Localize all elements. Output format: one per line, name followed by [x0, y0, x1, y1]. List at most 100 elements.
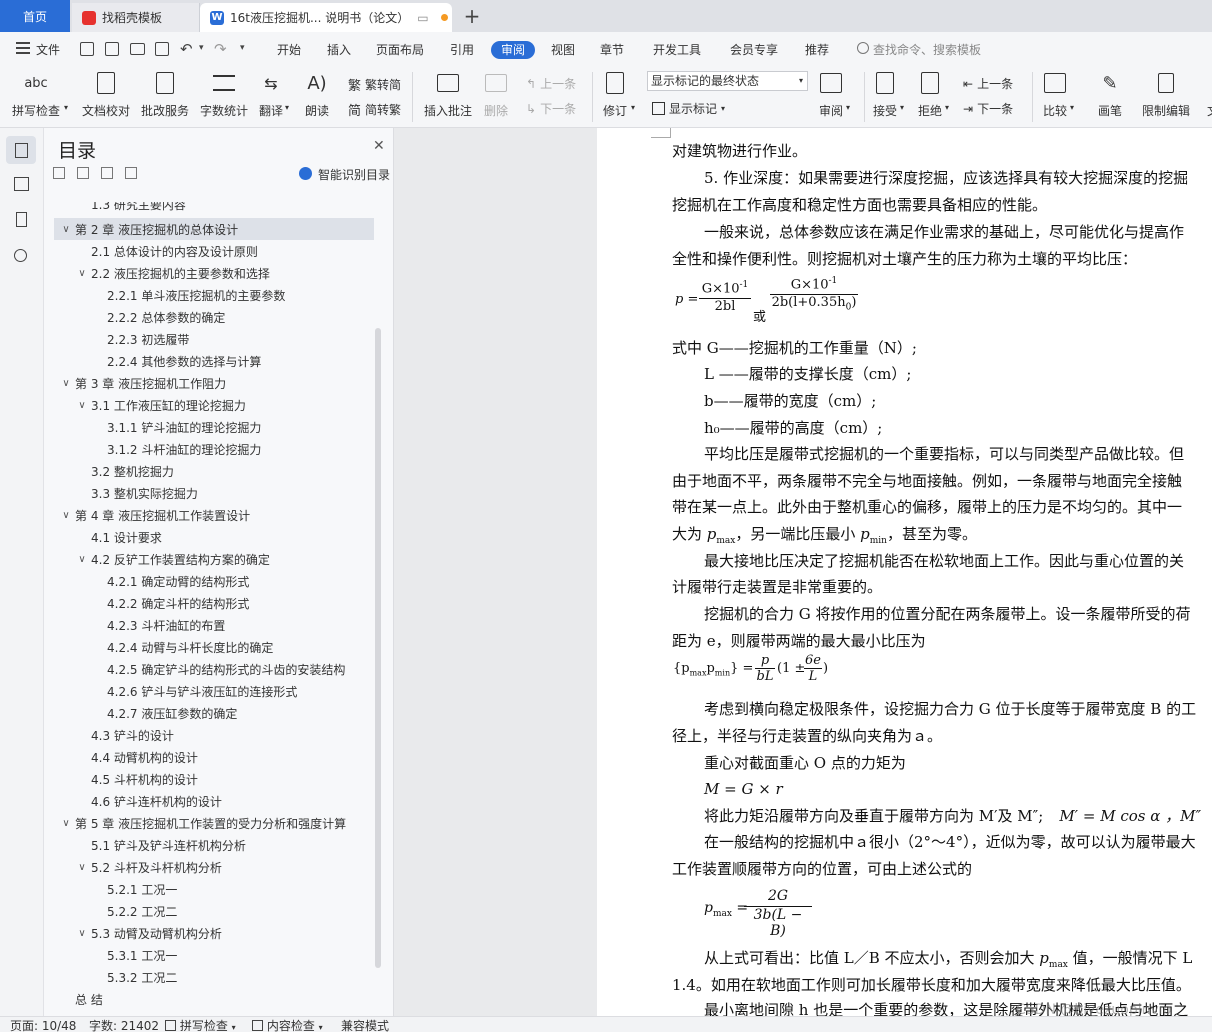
toc-item[interactable]: 5.1 铲斗及铲斗连杆机构分析 — [54, 834, 374, 856]
close-icon[interactable]: ✕ — [373, 138, 385, 154]
toc-item[interactable]: 4.6 铲斗连杆机构的设计 — [54, 790, 374, 812]
trad-to-simp-button[interactable]: 繁 繁转简 — [348, 75, 401, 94]
tab-template[interactable]: 找稻壳模板 — [72, 3, 200, 32]
chevron-down-icon[interactable]: ∨ — [76, 862, 88, 873]
undo-dropdown-icon[interactable]: ▾ — [199, 43, 204, 53]
menu-recommend[interactable]: 推荐 — [805, 41, 829, 59]
chevron-down-icon[interactable]: ∨ — [76, 554, 88, 565]
next-comment-button[interactable]: ↳ 下一条 — [526, 100, 576, 117]
chevron-down-icon[interactable]: ∨ — [60, 510, 72, 521]
doc-proof-button[interactable]: 文档校对 — [82, 70, 130, 119]
toc-item[interactable]: 3.2 整机挖掘力 — [54, 460, 374, 482]
toc-item[interactable]: 5.3.1 工况一 — [54, 944, 374, 966]
chevron-down-icon[interactable]: ∨ — [60, 818, 72, 829]
next-change-button[interactable]: ⇥ 下一条 — [963, 100, 1013, 117]
accept-button[interactable]: 接受 — [872, 70, 898, 119]
toc-item[interactable]: 4.2.1 确定动臂的结构形式 — [54, 570, 374, 592]
translate-button[interactable]: ⇆ 翻译 — [258, 70, 284, 119]
read-aloud-button[interactable]: A) 朗读 — [304, 70, 330, 119]
toc-item[interactable]: 3.3 整机实际挖掘力 — [54, 482, 374, 504]
chevron-down-icon[interactable]: ∨ — [76, 400, 88, 411]
toc-item[interactable]: 4.2.7 液压缸参数的确定 — [54, 702, 374, 724]
toc-scrollbar[interactable] — [375, 328, 381, 968]
menu-reference[interactable]: 引用 — [450, 41, 474, 59]
chapter-nav-icon[interactable] — [14, 177, 29, 191]
chevron-down-icon[interactable]: ∨ — [60, 378, 72, 389]
toc-item[interactable]: 4.5 斗杆机构的设计 — [54, 768, 374, 790]
reject-dropdown-icon[interactable]: ▾ — [945, 103, 949, 112]
chevron-down-icon[interactable]: ∨ — [76, 268, 88, 279]
remove-level-icon[interactable] — [125, 167, 137, 179]
add-level-icon[interactable] — [101, 167, 113, 179]
smart-toc-button[interactable]: 智能识别目录 — [318, 166, 390, 183]
word-count-status[interactable]: 字数: 21402 — [89, 1017, 159, 1032]
page-indicator[interactable]: 页面: 10/48 — [10, 1017, 76, 1032]
content-check-status[interactable]: 内容检查 ▾ — [252, 1017, 323, 1032]
toc-item[interactable]: 2.2.3 初选履带 — [54, 328, 374, 350]
undo-icon[interactable]: ↶ — [180, 40, 193, 58]
more-dropdown-icon[interactable]: ▾ — [240, 43, 245, 53]
toc-item[interactable]: ∨ 4.2 反铲工作装置结构方案的确定 — [54, 548, 374, 570]
menu-layout[interactable]: 页面布局 — [376, 41, 424, 59]
toc-item[interactable]: 2.2.4 其他参数的选择与计算 — [54, 350, 374, 372]
menu-file[interactable]: 文件 — [36, 41, 60, 59]
toc-item[interactable]: ∨ 5.3 动臂及动臂机构分析 — [54, 922, 374, 944]
save-icon[interactable] — [80, 42, 94, 56]
toc-item[interactable]: ∨ 第 3 章 液压挖掘机工作阻力 — [54, 372, 374, 394]
toc-item[interactable]: ∨ 2.2 液压挖掘机的主要参数和选择 — [54, 262, 374, 284]
toc-item[interactable]: ∨ 第 2 章 液压挖掘机的总体设计 — [54, 218, 374, 240]
toc-item[interactable]: 2.1 总体设计的内容及设计原则 — [54, 240, 374, 262]
delete-comment-button[interactable]: 删除 — [483, 70, 509, 119]
monitor-icon[interactable]: ▭ — [417, 11, 428, 25]
toc-item[interactable]: ∨ 5.2 斗杆及斗杆机构分析 — [54, 856, 374, 878]
toc-item[interactable]: 总 结 — [54, 988, 374, 1010]
chevron-down-icon[interactable]: ∨ — [60, 224, 72, 235]
toc-item[interactable]: 3.1.2 斗杆油缸的理论挖掘力 — [54, 438, 374, 460]
toc-item[interactable]: 5.2.2 工况二 — [54, 900, 374, 922]
toc-item[interactable]: 4.2.4 动臂与斗杆长度比的确定 — [54, 636, 374, 658]
command-search-input[interactable]: 查找命令、搜索模板 — [873, 41, 981, 59]
toc-item[interactable]: 1.3 研究主要内容 — [54, 202, 374, 214]
track-changes-dropdown-icon[interactable]: ▾ — [631, 103, 635, 112]
prev-comment-button[interactable]: ↰ 上一条 — [526, 75, 576, 92]
menu-insert[interactable]: 插入 — [327, 41, 351, 59]
toc-item[interactable]: 4.1 设计要求 — [54, 526, 374, 548]
compare-dropdown-icon[interactable]: ▾ — [1070, 103, 1074, 112]
export-icon[interactable] — [105, 42, 119, 56]
chevron-down-icon[interactable]: ∨ — [76, 928, 88, 939]
spell-check-button[interactable]: abc 拼写检查 — [12, 70, 60, 119]
menu-devtools[interactable]: 开发工具 — [653, 41, 701, 59]
pen-button[interactable]: ✎ 画笔 — [1097, 70, 1123, 119]
word-count-button[interactable]: 字数统计 — [200, 70, 248, 119]
toc-item[interactable]: 4.2.3 斗杆油缸的布置 — [54, 614, 374, 636]
toc-item[interactable]: ∨ 第 5 章 液压挖掘机工作装置的受力分析和强度计算 — [54, 812, 374, 834]
preview-icon[interactable] — [155, 42, 169, 56]
expand-up-icon[interactable] — [77, 167, 89, 179]
insert-comment-button[interactable]: 插入批注 — [424, 70, 472, 119]
toc-item[interactable]: 2.2.1 单斗液压挖掘机的主要参数 — [54, 284, 374, 306]
show-markup-button[interactable]: 显示标记 ▾ — [652, 100, 725, 117]
simp-to-trad-button[interactable]: 简 简转繁 — [348, 100, 401, 119]
toc-item[interactable]: 4.2.6 铲斗与铲斗液压缸的连接形式 — [54, 680, 374, 702]
redo-icon[interactable]: ↷ — [214, 40, 227, 58]
menu-chapter[interactable]: 章节 — [600, 41, 624, 59]
spell-check-dropdown-icon[interactable]: ▾ — [64, 103, 68, 112]
compare-button[interactable]: 比较 — [1042, 70, 1068, 119]
menu-start[interactable]: 开始 — [277, 41, 301, 59]
prev-change-button[interactable]: ⇤ 上一条 — [963, 75, 1013, 92]
bookmark-icon[interactable] — [16, 212, 27, 227]
menu-member[interactable]: 会员专享 — [730, 41, 778, 59]
new-tab-button[interactable]: + — [460, 3, 484, 29]
tab-home[interactable]: 首页 — [0, 0, 70, 32]
toc-item[interactable]: 5.3.2 工况二 — [54, 966, 374, 988]
menu-review[interactable]: 审阅 — [491, 41, 536, 59]
toc-item[interactable]: 3.1.1 铲斗油缸的理论挖掘力 — [54, 416, 374, 438]
review-pane-button[interactable]: 审阅 — [818, 70, 844, 119]
tab-document[interactable]: W 16t液压挖掘机... 说明书（论文） ▭ — [200, 3, 452, 32]
search-nav-icon[interactable] — [14, 249, 27, 262]
review-pane-dropdown-icon[interactable]: ▾ — [846, 103, 850, 112]
toc-item[interactable]: 5.2.1 工况一 — [54, 878, 374, 900]
reject-button[interactable]: 拒绝 — [917, 70, 943, 119]
menu-view[interactable]: 视图 — [551, 41, 575, 59]
restrict-edit-button[interactable]: 限制编辑 — [1142, 70, 1190, 119]
